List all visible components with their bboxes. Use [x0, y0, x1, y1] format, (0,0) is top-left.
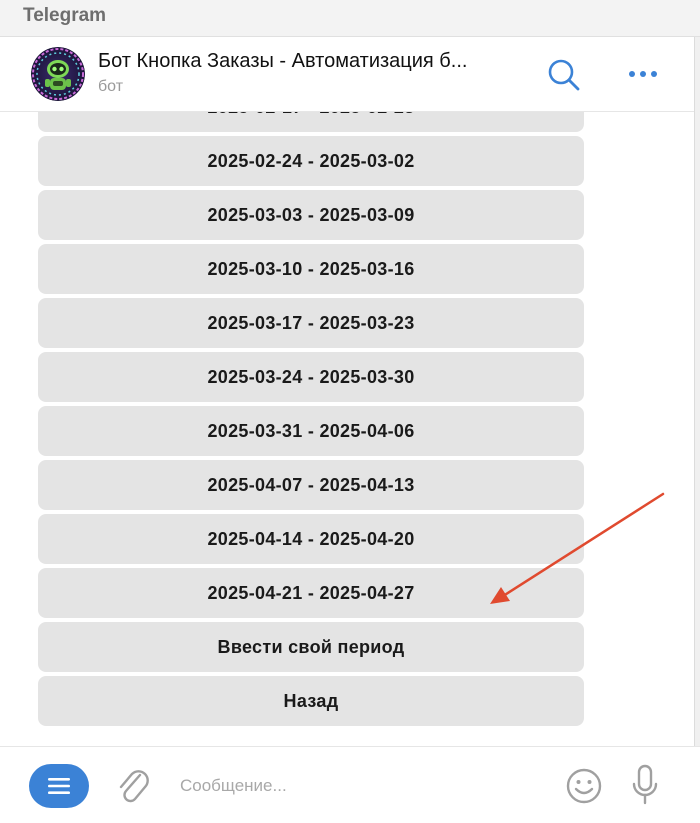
search-icon[interactable] — [547, 58, 581, 92]
bot-avatar[interactable] — [31, 47, 85, 101]
keyboard-button-period[interactable]: 2025-03-24 - 2025-03-30 — [38, 352, 584, 402]
keyboard-button-period[interactable]: 2025-02-17 - 2025-02-23 — [38, 112, 584, 132]
paperclip-icon[interactable] — [114, 765, 152, 807]
keyboard-button-period[interactable]: 2025-03-03 - 2025-03-09 — [38, 190, 584, 240]
chat-subtitle: бот — [98, 78, 124, 95]
keyboard-button-period[interactable]: 2025-03-17 - 2025-03-23 — [38, 298, 584, 348]
robot-avatar-icon — [31, 47, 85, 101]
menu-icon — [48, 778, 70, 794]
chat-header: Бот Кнопка Заказы - Автоматизация б... б… — [0, 37, 700, 112]
more-options-icon[interactable] — [626, 61, 660, 87]
keyboard-button-period[interactable]: 2025-04-21 - 2025-04-27 — [38, 568, 584, 618]
bot-menu-button[interactable] — [29, 764, 89, 808]
app-title: Telegram — [23, 5, 107, 26]
window-edge — [694, 37, 700, 822]
back-button[interactable]: Назад — [38, 676, 584, 726]
window-titlebar: Telegram — [0, 0, 700, 37]
message-composer — [0, 746, 700, 823]
custom-period-button[interactable]: Ввести свой период — [38, 622, 584, 672]
microphone-icon[interactable] — [630, 763, 660, 809]
bot-reply-keyboard: 2025-02-17 - 2025-02-23 2025-02-24 - 202… — [0, 112, 700, 746]
keyboard-button-period[interactable]: 2025-02-24 - 2025-03-02 — [38, 136, 584, 186]
keyboard-button-period[interactable]: 2025-03-10 - 2025-03-16 — [38, 244, 584, 294]
keyboard-button-period[interactable]: 2025-03-31 - 2025-04-06 — [38, 406, 584, 456]
chat-title[interactable]: Бот Кнопка Заказы - Автоматизация б... — [98, 50, 528, 73]
keyboard-button-period[interactable]: 2025-04-07 - 2025-04-13 — [38, 460, 584, 510]
message-input[interactable] — [178, 771, 542, 801]
keyboard-button-period[interactable]: 2025-04-14 - 2025-04-20 — [38, 514, 584, 564]
emoji-icon[interactable] — [565, 767, 603, 805]
